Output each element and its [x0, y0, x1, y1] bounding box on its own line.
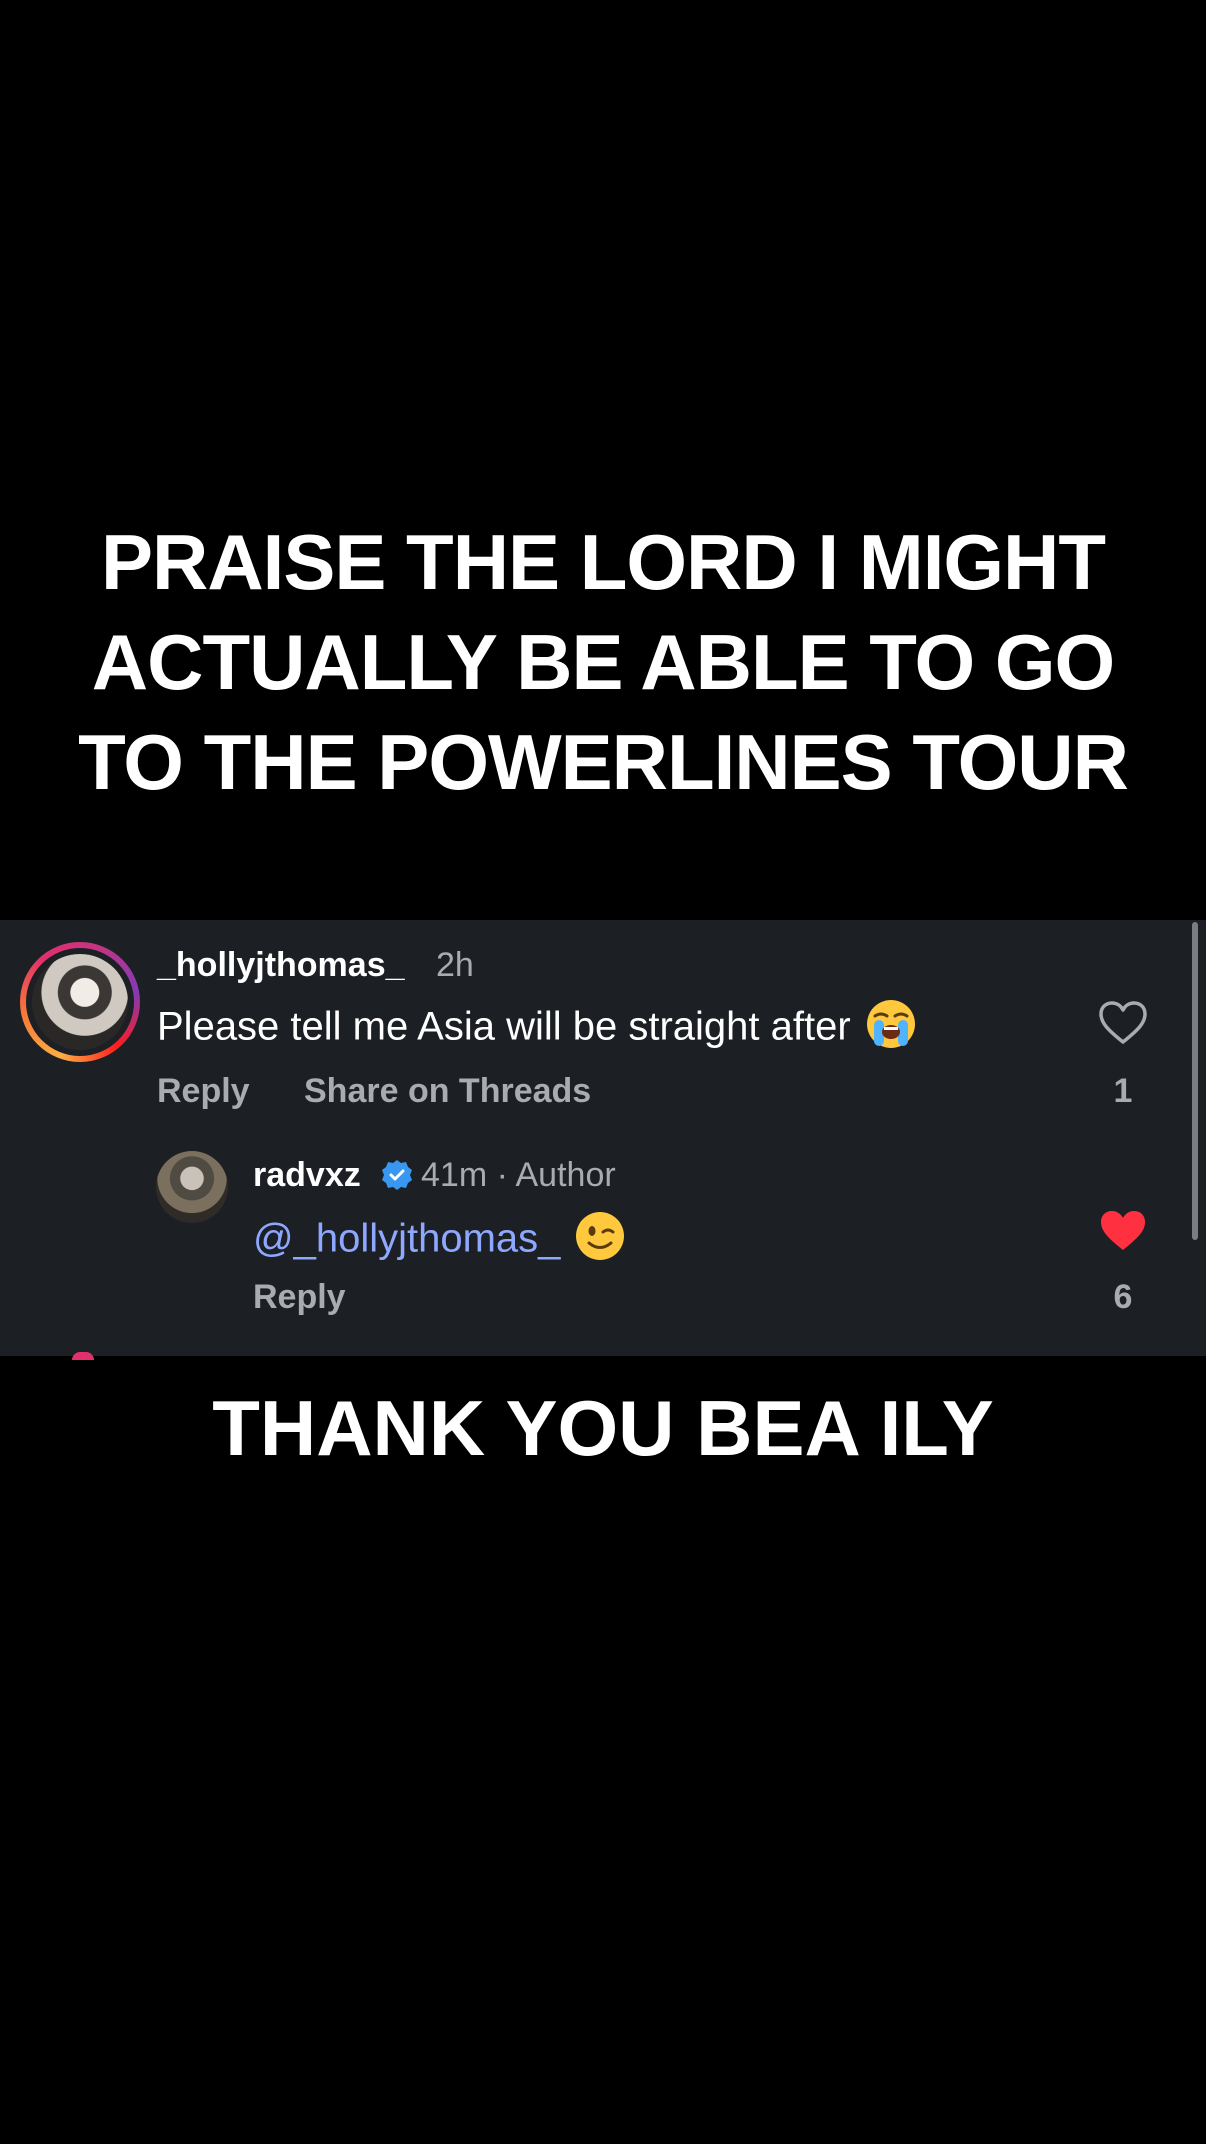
reply-avatar[interactable] — [156, 1151, 228, 1223]
comment-panel — [0, 920, 1206, 1356]
comment-time: 2h — [436, 946, 474, 984]
reply-username[interactable]: radvxz — [253, 1156, 361, 1195]
scrollbar[interactable] — [1192, 922, 1198, 1240]
overlay-caption: THANK YOU BEA ILY — [212, 1384, 994, 1472]
verified-badge-icon — [380, 1158, 414, 1192]
comment-text: Please tell me Asia will be straight aft… — [157, 998, 917, 1060]
comment-reply-button[interactable]: Reply — [157, 1072, 250, 1111]
reply-meta: 41m · Author — [421, 1156, 616, 1195]
mention-link[interactable]: @_hollyjthomas_ — [253, 1217, 560, 1261]
avatar-story-ring[interactable] — [20, 942, 140, 1062]
reply-like-count: 6 — [1113, 1278, 1133, 1316]
loudly-crying-face-icon — [865, 998, 917, 1060]
avatar — [32, 954, 128, 1050]
meta-separator: · — [496, 1156, 508, 1194]
next-avatar-edge — [72, 1352, 94, 1360]
reply-reply-button[interactable]: Reply — [253, 1278, 346, 1317]
reply-time: 41m — [421, 1156, 488, 1194]
comment-like-count: 1 — [1113, 1072, 1133, 1110]
reply-text: @_hollyjthomas_ — [253, 1210, 626, 1272]
reply-like-heart-filled-icon[interactable] — [1098, 1208, 1148, 1254]
winking-face-icon — [574, 1210, 626, 1272]
comment-text-body: Please tell me Asia will be straight aft… — [157, 1004, 851, 1049]
comment-username[interactable]: _hollyjthomas_ — [157, 946, 405, 985]
author-label: Author — [515, 1156, 616, 1194]
overlay-headline: PRAISE THE LORD I MIGHT ACTUALLY BE ABLE… — [78, 518, 1129, 806]
share-on-threads-button[interactable]: Share on Threads — [304, 1072, 591, 1111]
comment-like-heart-outline-icon[interactable] — [1098, 1000, 1148, 1046]
